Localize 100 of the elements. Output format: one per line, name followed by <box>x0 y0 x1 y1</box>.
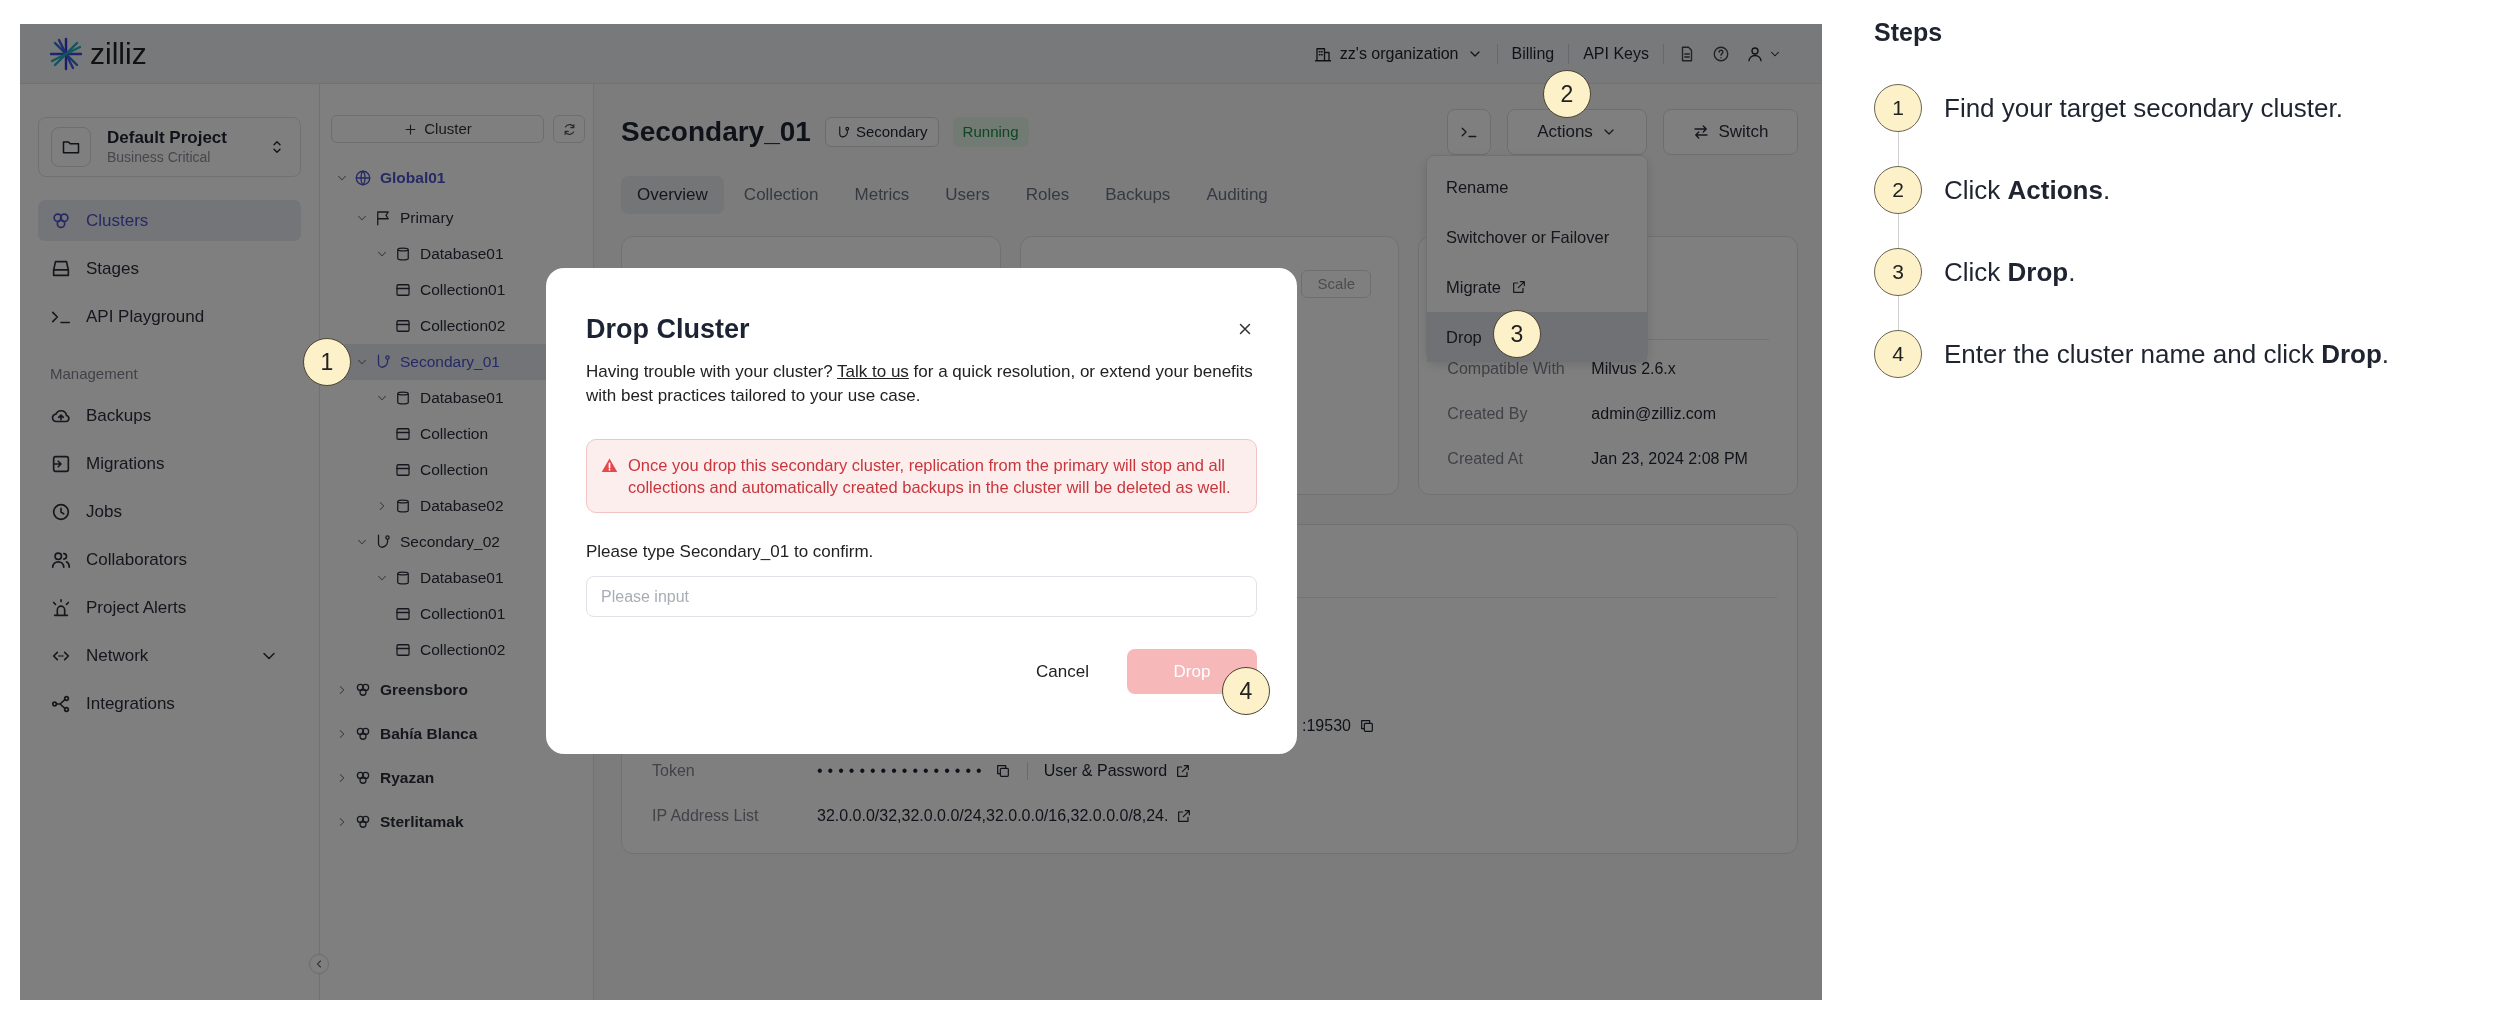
logo-text: zilliz <box>90 36 147 72</box>
tree-item[interactable]: Database01 <box>320 236 593 272</box>
table-icon <box>394 461 412 479</box>
external-link-icon <box>1176 807 1193 824</box>
tree-item[interactable]: Collection <box>320 452 593 488</box>
alarm-icon <box>50 596 72 619</box>
tree-item[interactable]: Global01 <box>320 156 593 200</box>
nav-item[interactable]: Backups <box>38 395 301 436</box>
steps-heading: Steps <box>1874 17 1944 48</box>
tab[interactable]: Roles <box>1009 176 1086 214</box>
cancel-button[interactable]: Cancel <box>1012 649 1113 694</box>
warning-icon <box>601 457 618 474</box>
confirm-input[interactable]: Please input <box>586 576 1257 617</box>
database-icon <box>394 245 412 263</box>
nav-item[interactable]: Collaborators <box>38 539 301 580</box>
detail-value: admin@zilliz.com <box>1591 403 1717 424</box>
confirm-label: Please type Secondary_01 to confirm. <box>586 541 875 563</box>
detail-label: Created At <box>1447 448 1524 469</box>
database-icon <box>394 569 412 587</box>
add-cluster-button[interactable]: Cluster <box>331 115 544 143</box>
tab[interactable]: Overview <box>621 176 724 214</box>
refresh-icon <box>561 121 577 137</box>
nav-item[interactable]: Migrations <box>38 443 301 484</box>
organization-selector[interactable]: zz's organization <box>1313 41 1483 66</box>
swap-icon <box>1692 123 1711 141</box>
project-name: Default Project <box>107 128 228 148</box>
field-label: IP Address List <box>652 805 760 826</box>
warning-text: Once you drop this secondary cluster, replication from the primary will stop and all collections and automatically created backups in the cluster will be deleted as well. <box>628 455 1232 498</box>
tree-item[interactable]: Sterlitamak <box>320 800 593 844</box>
role-label: Secondary <box>855 121 928 142</box>
detail-label: Created By <box>1447 403 1529 424</box>
table-icon <box>394 641 412 659</box>
field-label: Token <box>652 760 696 781</box>
step-text: Click Drop. <box>1944 255 2076 289</box>
globe-icon <box>354 169 372 187</box>
tab[interactable]: Backups <box>1089 176 1187 214</box>
nav-item[interactable]: API Playground <box>38 296 301 337</box>
nav-link-text[interactable]: Billing <box>1511 41 1555 66</box>
tab[interactable]: Users <box>929 176 1006 214</box>
table-icon <box>394 281 412 299</box>
nav-item[interactable]: Jobs <box>38 491 301 532</box>
tree-item[interactable]: Collection <box>320 416 593 452</box>
nav-item[interactable]: Integrations <box>38 683 301 724</box>
ip-address-text: 32.0.0.0/32,32.0.0.0/24,32.0.0.0/16,32.0.0.0/8,24. <box>817 805 1169 826</box>
tab[interactable]: Auditing <box>1190 176 1284 214</box>
step-marker: 1 <box>303 338 351 386</box>
nav-item[interactable]: Project Alerts <box>38 587 301 628</box>
starburst-logo-icon <box>48 35 84 72</box>
nav-item[interactable]: Stages <box>38 248 301 289</box>
tree-item[interactable]: Bahía Blanca <box>320 712 593 756</box>
cluster-title: Secondary_01 <box>621 115 811 149</box>
circles-icon <box>354 769 372 787</box>
help-icon <box>1712 44 1730 63</box>
tree-item[interactable]: Database02 <box>320 488 593 524</box>
tab[interactable]: Collection <box>727 176 835 214</box>
refresh-button[interactable] <box>553 115 585 143</box>
step-text: Click Actions. <box>1944 173 2111 207</box>
user-icon <box>1746 44 1764 63</box>
table-icon <box>394 317 412 335</box>
tree-item[interactable]: Primary <box>320 200 593 236</box>
copy-icon <box>994 762 1011 779</box>
switch-button[interactable]: Switch <box>1663 109 1798 155</box>
menu-item[interactable]: Rename <box>1427 162 1647 212</box>
status-badge: Running <box>952 116 1029 148</box>
circles-icon <box>354 681 372 699</box>
project-selector[interactable]: Default Project Business Critical <box>38 117 301 177</box>
database-icon <box>394 497 412 515</box>
plus-icon <box>403 121 419 137</box>
section-heading: Management <box>50 364 139 384</box>
talk-to-us-link[interactable]: Talk to us <box>837 362 909 381</box>
tab[interactable]: Metrics <box>838 176 926 214</box>
step-text: Enter the cluster name and click Drop. <box>1944 337 2390 371</box>
copy-icon <box>1358 717 1375 734</box>
step-number: 2 <box>1874 166 1922 214</box>
auth-type-text: User & Password <box>1043 760 1168 781</box>
menu-item[interactable]: Migrate <box>1427 262 1647 312</box>
step-number: 1 <box>1874 84 1922 132</box>
tree-item[interactable]: Ryazan <box>320 756 593 800</box>
project-plan: Business Critical <box>107 148 212 166</box>
step-number: 4 <box>1874 330 1922 378</box>
tree-item[interactable]: Collection02 <box>320 632 593 668</box>
nav-link-text[interactable]: API Keys <box>1583 41 1649 66</box>
tree-item[interactable]: Collection01 <box>320 272 593 308</box>
menu-item[interactable]: Switchover or Failover <box>1427 212 1647 262</box>
actions-button[interactable]: Actions <box>1507 109 1647 155</box>
tree-item[interactable]: Greensboro <box>320 668 593 712</box>
step-number: 3 <box>1874 248 1922 296</box>
flag-icon <box>374 209 392 227</box>
token-value: •••••••••••••••• <box>817 760 987 781</box>
nav-item[interactable]: Clusters <box>38 200 301 241</box>
circles-icon <box>354 725 372 743</box>
collapse-handle[interactable] <box>309 954 329 974</box>
step-text: Find your target secondary cluster. <box>1944 91 2343 125</box>
database-icon <box>394 389 412 407</box>
table-icon <box>394 605 412 623</box>
circles-icon <box>354 813 372 831</box>
nav-item[interactable]: Network <box>38 635 301 676</box>
account-menu-button[interactable] <box>1746 44 1782 63</box>
dialog-title: Drop Cluster <box>586 313 750 346</box>
table-icon <box>394 425 412 443</box>
